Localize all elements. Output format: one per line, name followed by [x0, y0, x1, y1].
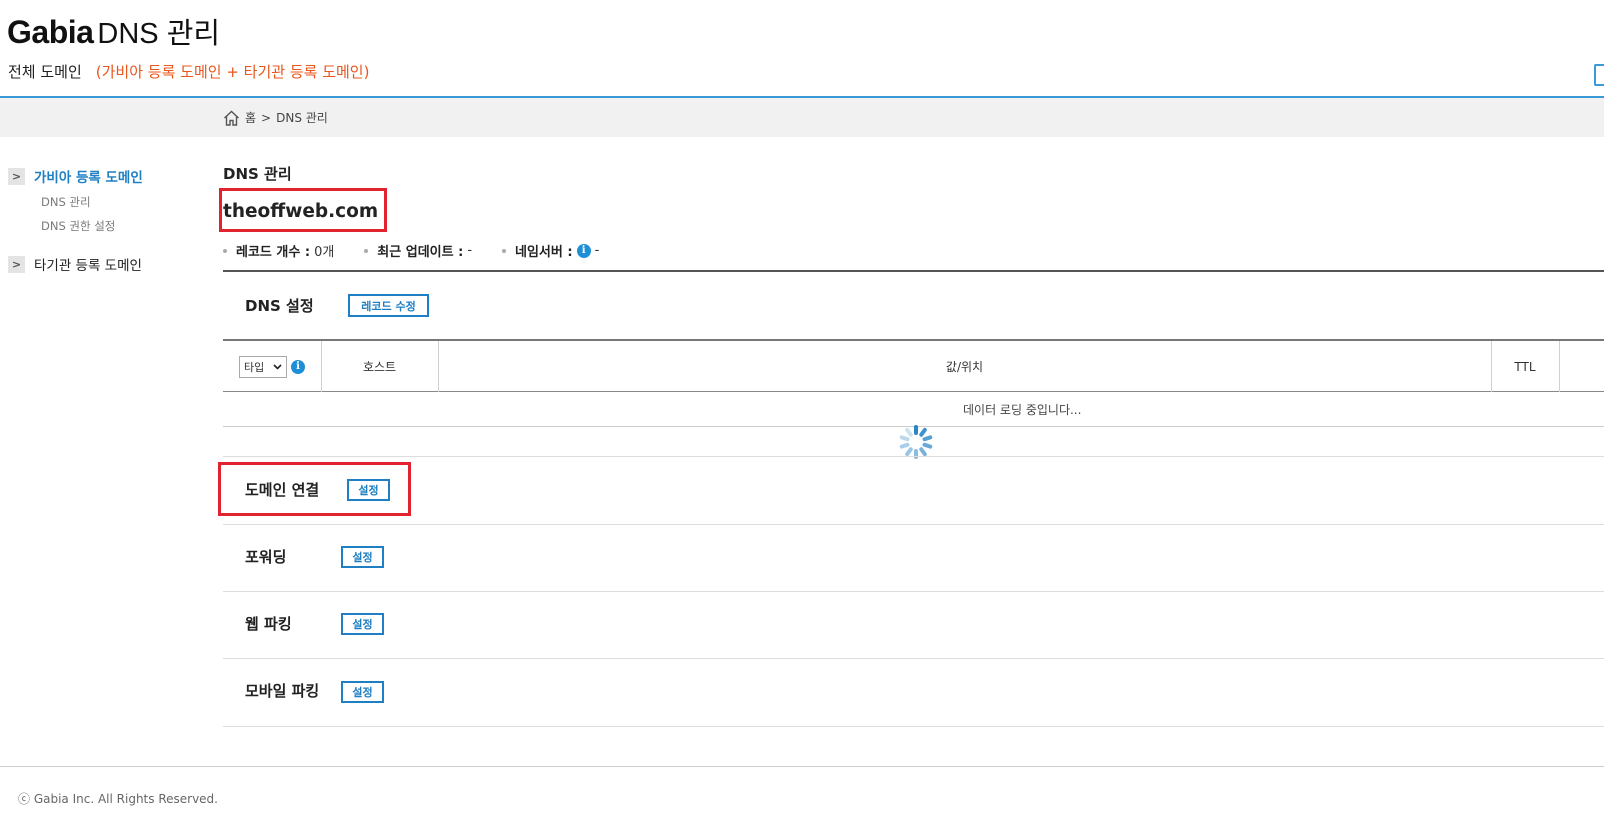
nameserver-label: 네임서버 :	[515, 245, 573, 260]
domain-scope: 전체 도메인 (가비아 등록 도메인 + 타기관 등록 도메인)	[8, 61, 369, 82]
section-divider	[223, 658, 1604, 659]
section-heading: DNS 관리	[223, 165, 292, 183]
loading-message: 데이터 로딩 중입니다...	[963, 403, 1082, 417]
section-divider	[223, 591, 1604, 592]
mobile-parking-title: 모바일 파킹	[245, 682, 320, 700]
sidebar-subitem-dns-manage[interactable]: DNS 관리	[41, 190, 208, 214]
header-right-button[interactable]	[1594, 64, 1604, 86]
dns-table-header: 타입 i 호스트 값/위치 TTL	[223, 339, 1604, 392]
page-header: Gabia DNS 관리 전체 도메인 (가비아 등록 도메인 + 타기관 등록 도…	[0, 0, 1604, 98]
sidebar: > 가비아 등록 도메인 DNS 관리 DNS 권한 설정 > 타기관 등록 도…	[8, 165, 208, 275]
value-column: 값/위치	[945, 360, 984, 374]
type-select[interactable]: 타입	[239, 355, 287, 378]
section-divider	[223, 524, 1604, 525]
footer-divider	[0, 766, 1604, 767]
last-update-value: -	[467, 243, 473, 258]
bullet-icon	[502, 248, 507, 253]
record-count-label: 레코드 개수 :	[236, 245, 311, 260]
chevron-down-icon	[273, 363, 282, 370]
forwarding-title: 포워딩	[245, 548, 287, 566]
forwarding-settings-button[interactable]: 설정	[341, 546, 384, 568]
page-title: DNS 관리	[97, 18, 221, 50]
brand-logo[interactable]: Gabia	[7, 14, 94, 50]
domain-name: theoffweb.com	[223, 201, 379, 222]
breadcrumb-home[interactable]: 홈	[245, 109, 256, 126]
breadcrumb-bar: 홈 > DNS 관리	[0, 98, 1604, 137]
type-select-value: 타입	[244, 360, 265, 374]
sidebar-item-other-domains[interactable]: > 타기관 등록 도메인	[8, 253, 208, 275]
nameserver-value: -	[594, 243, 600, 258]
scope-label: 전체 도메인	[8, 63, 82, 81]
record-count: 레코드 개수 : 0개	[223, 241, 334, 260]
last-update: 최근 업데이트 : -	[364, 241, 472, 260]
mobile-parking-settings-button[interactable]: 설정	[341, 681, 384, 703]
sidebar-item-label: 가비아 등록 도메인	[34, 170, 143, 186]
sidebar-item-label: 타기관 등록 도메인	[34, 258, 142, 274]
panel-divider	[223, 270, 1604, 272]
edit-records-button[interactable]: 레코드 수정	[348, 294, 429, 317]
chevron-right-icon: >	[8, 255, 25, 273]
column-divider	[1559, 341, 1560, 392]
sidebar-subitem-dns-permission[interactable]: DNS 권한 설정	[41, 214, 208, 238]
last-update-label: 최근 업데이트 :	[377, 245, 464, 260]
dns-settings-title: DNS 설정	[245, 297, 314, 315]
web-parking-title: 웹 파킹	[245, 615, 292, 633]
scope-note: (가비아 등록 도메인 + 타기관 등록 도메인)	[95, 63, 370, 81]
chevron-right-icon: >	[8, 167, 25, 185]
host-column: 호스트	[362, 360, 397, 374]
bullet-icon	[364, 248, 369, 253]
ttl-column: TTL	[1514, 359, 1536, 374]
info-icon[interactable]: i	[291, 359, 305, 374]
domain-meta: 레코드 개수 : 0개 최근 업데이트 : - 네임서버 : i -	[223, 241, 599, 260]
home-icon[interactable]	[223, 110, 240, 126]
footer-copyright: ⓒ Gabia Inc. All Rights Reserved.	[18, 792, 218, 806]
section-divider	[223, 726, 1604, 727]
info-icon[interactable]: i	[576, 243, 591, 258]
breadcrumb-current: DNS 관리	[276, 111, 328, 125]
sidebar-item-gabia-domains[interactable]: > 가비아 등록 도메인	[8, 165, 208, 187]
breadcrumb-separator: >	[261, 110, 272, 125]
domain-connect-title: 도메인 연결	[245, 481, 320, 499]
record-count-value: 0개	[314, 245, 335, 260]
nameserver: 네임서버 : i -	[502, 241, 599, 260]
domain-connect-settings-button[interactable]: 설정	[347, 479, 390, 501]
section-divider	[223, 456, 1604, 457]
breadcrumb: 홈 > DNS 관리	[223, 109, 328, 126]
app-title: Gabia DNS 관리	[7, 10, 220, 52]
bullet-icon	[223, 248, 227, 253]
web-parking-settings-button[interactable]: 설정	[341, 613, 384, 635]
type-column: 타입 i	[223, 341, 321, 392]
